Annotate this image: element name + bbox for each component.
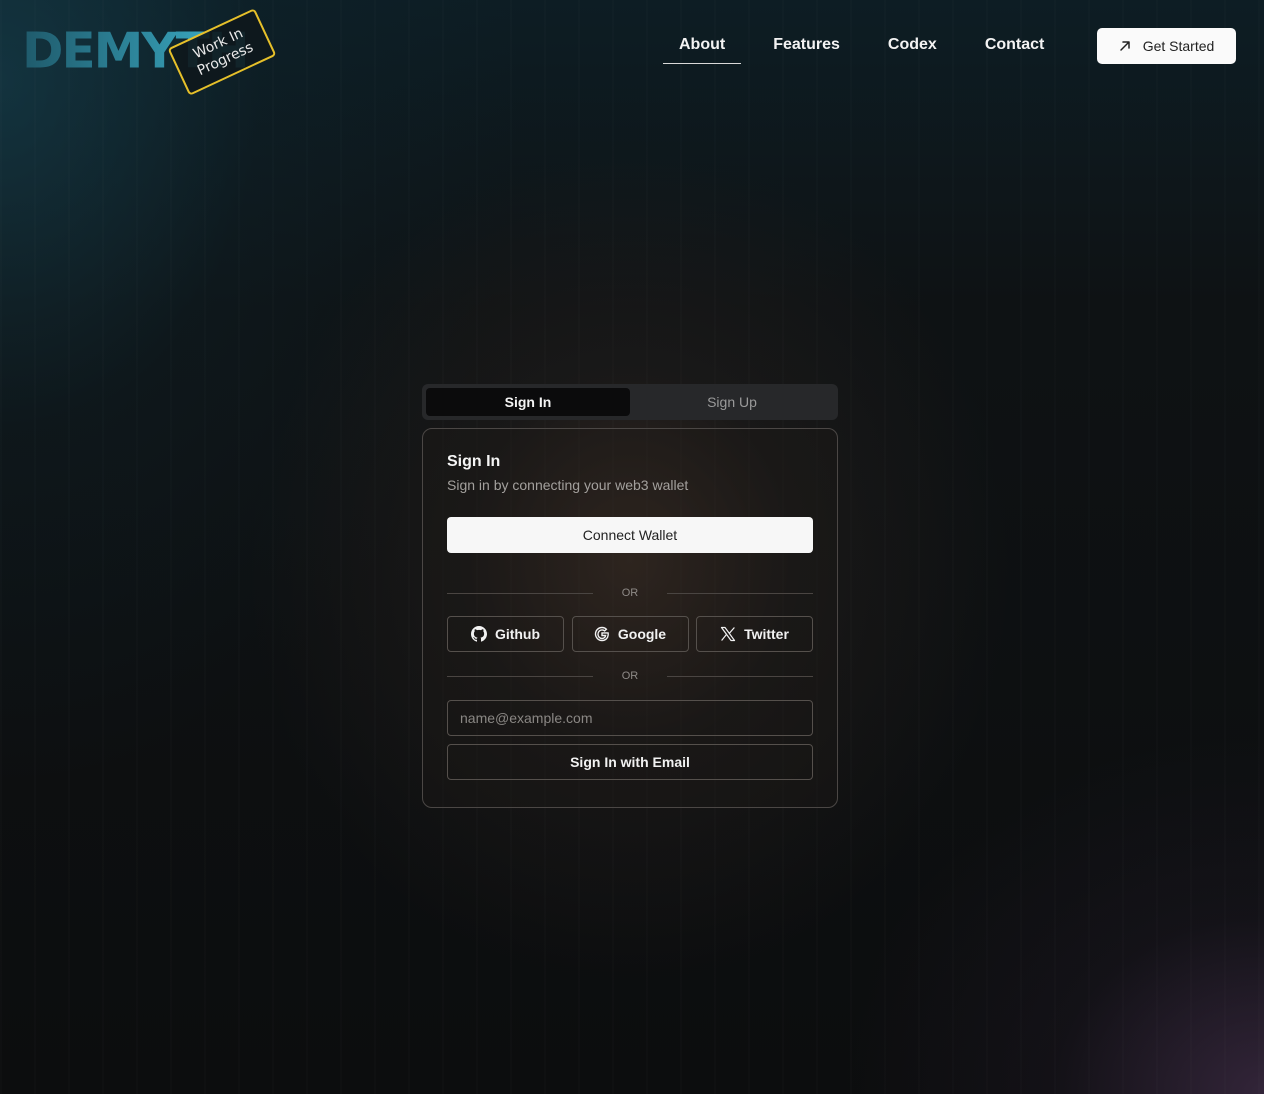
google-icon bbox=[594, 626, 609, 642]
nav-item-features[interactable]: Features bbox=[757, 26, 856, 64]
sign-in-with-email-button[interactable]: Sign In with Email bbox=[447, 744, 813, 780]
divider-line bbox=[447, 675, 593, 677]
divider-line bbox=[447, 592, 593, 594]
main-nav: About Features Codex Contact bbox=[663, 26, 1076, 64]
divider-line bbox=[667, 675, 813, 677]
x-twitter-icon bbox=[720, 626, 736, 642]
twitter-button[interactable]: Twitter bbox=[696, 616, 813, 652]
connect-wallet-button[interactable]: Connect Wallet bbox=[447, 517, 813, 553]
card-title: Sign In bbox=[447, 453, 501, 470]
auth-tabs: Sign In Sign Up bbox=[422, 384, 838, 420]
sign-in-card: Sign In Sign in by connecting your web3 … bbox=[422, 428, 838, 808]
arrow-up-right-icon bbox=[1119, 41, 1130, 51]
work-in-progress-badge: Work In Progress bbox=[167, 8, 277, 96]
github-button[interactable]: Github bbox=[447, 616, 564, 652]
divider-line bbox=[667, 592, 813, 594]
email-input[interactable] bbox=[447, 700, 813, 736]
logo[interactable]: DEMYTH Work In Progress bbox=[22, 8, 282, 98]
nav-item-contact[interactable]: Contact bbox=[969, 26, 1061, 64]
or-divider: OR bbox=[447, 583, 813, 603]
google-label: Google bbox=[617, 626, 667, 642]
or-divider: OR bbox=[447, 666, 813, 686]
nav-item-about[interactable]: About bbox=[663, 26, 742, 64]
social-login-row: Github Google Twitter bbox=[447, 616, 813, 652]
google-button[interactable]: Google bbox=[571, 616, 689, 652]
card-subtitle: Sign in by connecting your web3 wallet bbox=[447, 477, 689, 493]
tab-sign-in[interactable]: Sign In bbox=[426, 388, 630, 416]
get-started-button[interactable]: Get Started bbox=[1097, 28, 1236, 64]
or-label: OR bbox=[621, 587, 639, 599]
twitter-label: Twitter bbox=[744, 626, 789, 642]
github-icon bbox=[470, 626, 487, 642]
github-label: Github bbox=[494, 626, 541, 642]
nav-item-codex[interactable]: Codex bbox=[872, 26, 953, 64]
get-started-label: Get Started bbox=[1142, 38, 1215, 54]
or-label: OR bbox=[621, 670, 639, 682]
tab-sign-up[interactable]: Sign Up bbox=[630, 388, 834, 416]
